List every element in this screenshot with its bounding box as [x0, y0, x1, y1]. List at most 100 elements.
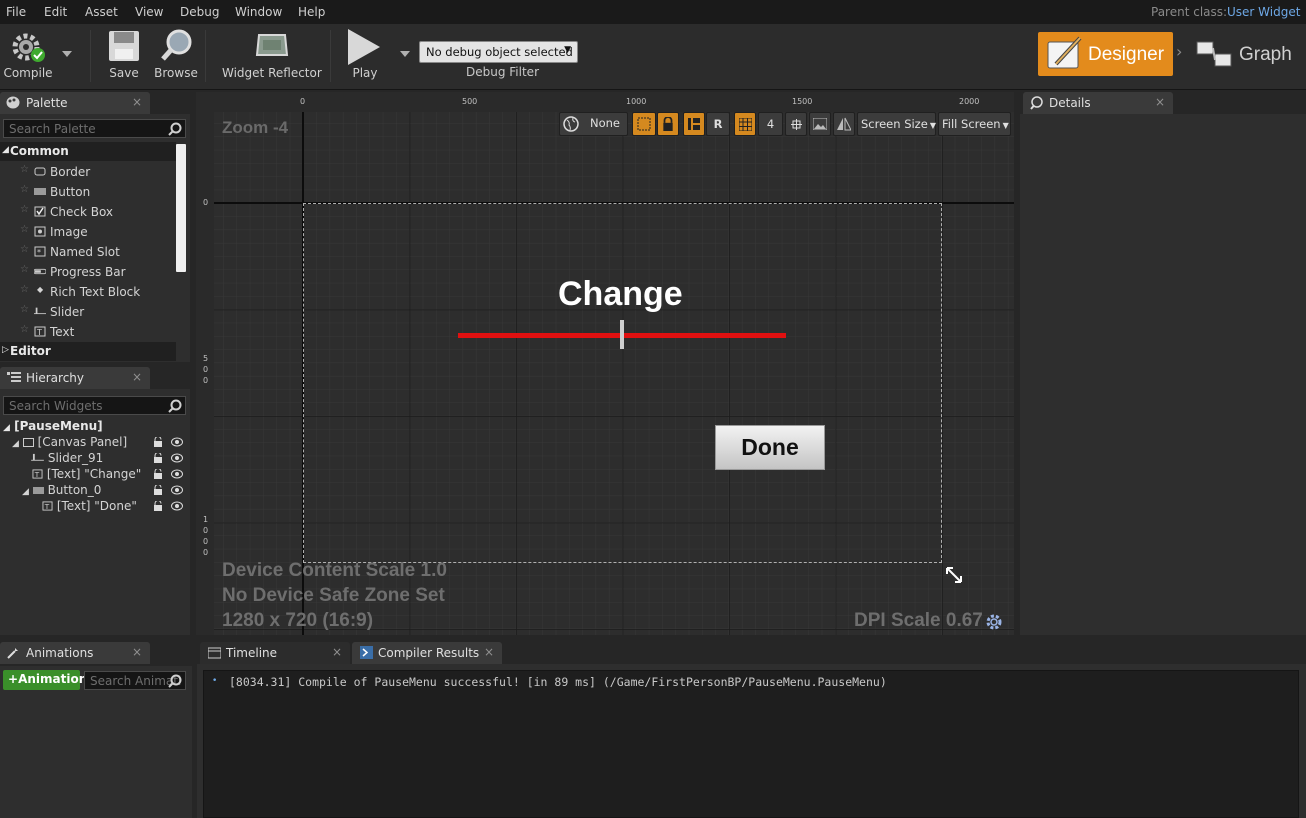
tab-palette[interactable]: Palette ×	[0, 92, 150, 114]
designer-viewport[interactable]: 0 500 1000 1500 2000 0 5 0 0 1 0 0 0 Zoo…	[196, 92, 1014, 635]
close-icon[interactable]: ×	[132, 95, 142, 109]
palette-item-named-slot[interactable]: ☆ * Named Slot	[0, 242, 172, 262]
play-button[interactable]: Play	[340, 24, 390, 86]
done-button-widget[interactable]: Done	[715, 425, 825, 470]
star-icon[interactable]: ☆	[20, 304, 29, 315]
menu-edit[interactable]: Edit	[44, 5, 67, 19]
star-icon[interactable]: ☆	[20, 284, 29, 295]
menu-view[interactable]: View	[135, 5, 163, 19]
star-icon[interactable]: ☆	[20, 224, 29, 235]
lock-icon[interactable]	[153, 469, 163, 479]
tab-timeline[interactable]: Timeline ×	[200, 642, 350, 664]
hierarchy-item-text-change[interactable]: T [Text] "Change"	[32, 467, 141, 483]
palette-scrollbar[interactable]	[176, 144, 186, 272]
add-animation-button[interactable]: +Animation	[3, 670, 87, 690]
star-icon[interactable]: ☆	[20, 264, 29, 275]
palette-search-input[interactable]: Search Palette	[3, 119, 186, 138]
menu-window[interactable]: Window	[235, 5, 282, 19]
hierarchy-item-pausemenu[interactable]: ◢ [PauseMenu]	[3, 419, 103, 435]
rich-text-icon: ◆	[37, 285, 44, 294]
palette-category-editor[interactable]: ▷ Editor	[0, 342, 176, 361]
save-button[interactable]: Save	[100, 24, 148, 86]
change-text-widget[interactable]: Change	[558, 275, 683, 314]
eye-icon[interactable]	[171, 453, 183, 463]
compiler-message[interactable]: [8034.31] Compile of PauseMenu successfu…	[229, 675, 887, 689]
fill-screen-select[interactable]: Fill Screen ▼	[938, 112, 1011, 136]
compile-options-chevron-icon[interactable]	[62, 51, 72, 57]
tab-details[interactable]: Details ×	[1023, 92, 1173, 114]
close-icon[interactable]: ×	[332, 645, 342, 659]
eye-icon[interactable]	[171, 469, 183, 479]
slider-icon	[31, 453, 44, 461]
slider-handle[interactable]	[620, 320, 624, 349]
flip-toggle[interactable]	[833, 112, 855, 136]
transform-mode-toggle[interactable]	[683, 112, 705, 136]
close-icon[interactable]: ×	[132, 370, 142, 384]
palette-item-border[interactable]: ☆ Border	[0, 162, 172, 182]
star-icon[interactable]: ☆	[20, 164, 29, 175]
palette-item-progress-bar[interactable]: ☆ Progress Bar	[0, 262, 172, 282]
debug-object-select[interactable]: No debug object selected ▼	[419, 41, 578, 63]
hierarchy-item-button[interactable]: ◢ Button_0	[22, 483, 101, 499]
play-options-chevron-icon[interactable]	[400, 51, 410, 57]
lock-icon[interactable]	[153, 437, 163, 447]
lock-icon[interactable]	[153, 501, 163, 511]
menu-file[interactable]: File	[6, 5, 26, 19]
tab-compiler-results[interactable]: Compiler Results ×	[352, 642, 502, 664]
close-icon[interactable]: ×	[132, 645, 142, 659]
render-transform-r-toggle[interactable]: R	[706, 112, 730, 136]
respect-locks-toggle[interactable]	[632, 112, 656, 136]
eye-icon[interactable]	[171, 485, 183, 495]
resize-handle-icon[interactable]	[945, 566, 963, 584]
palette-item-rich-text-block[interactable]: ☆ ◆ Rich Text Block	[0, 282, 172, 302]
palette-item-image[interactable]: ☆ Image	[0, 222, 172, 242]
lock-icon[interactable]	[153, 453, 163, 463]
hierarchy-search-input[interactable]: Search Widgets	[3, 396, 186, 415]
timeline-title: Timeline	[226, 646, 278, 660]
menu-help[interactable]: Help	[298, 5, 325, 19]
palette-item-text[interactable]: ☆ T Text	[0, 322, 172, 342]
designer-mode-button[interactable]: Designer	[1038, 32, 1173, 76]
tab-hierarchy[interactable]: Hierarchy ×	[0, 367, 150, 389]
palette-item-slider[interactable]: ☆ Slider	[0, 302, 172, 322]
widget-reflector-icon	[255, 34, 289, 56]
tab-animations[interactable]: Animations ×	[0, 642, 150, 664]
parent-class-value[interactable]: User Widget	[1227, 5, 1300, 19]
browse-button[interactable]: Browse	[152, 24, 200, 86]
eye-icon[interactable]	[171, 437, 183, 447]
palette-item-check-box[interactable]: ☆ Check Box	[0, 202, 172, 222]
fit-to-screen-toggle[interactable]	[785, 112, 807, 136]
lock-icon[interactable]	[153, 485, 163, 495]
eye-icon[interactable]	[171, 501, 183, 511]
screen-size-select[interactable]: Screen Size ▼	[857, 112, 936, 136]
compiler-results-title: Compiler Results	[378, 646, 480, 660]
settings-gear-icon[interactable]	[985, 613, 1003, 631]
close-icon[interactable]: ×	[1155, 95, 1165, 109]
star-icon[interactable]: ☆	[20, 244, 29, 255]
star-icon[interactable]: ☆	[20, 204, 29, 215]
lock-toggle[interactable]	[657, 112, 679, 136]
dropdown-arrow-icon: ▼	[929, 121, 936, 130]
compiler-log[interactable]	[203, 670, 1299, 818]
zoom-level: Zoom -4	[222, 118, 289, 137]
graph-icon[interactable]	[1195, 38, 1235, 70]
graph-mode-button[interactable]: Graph	[1239, 44, 1292, 66]
menu-debug[interactable]: Debug	[180, 5, 219, 19]
grid-snap-toggle[interactable]	[734, 112, 756, 136]
close-icon[interactable]: ×	[484, 645, 494, 659]
hierarchy-item-slider[interactable]: Slider_91	[31, 451, 103, 467]
compile-button[interactable]: Compile	[0, 24, 56, 86]
background-toggle[interactable]	[809, 112, 831, 136]
star-icon[interactable]: ☆	[20, 184, 29, 195]
widget-reflector-button[interactable]: Widget Reflector	[222, 24, 322, 86]
menu-asset[interactable]: Asset	[85, 5, 118, 19]
localization-preview-select[interactable]: None	[559, 112, 628, 136]
hierarchy-item-text-done[interactable]: T [Text] "Done"	[42, 499, 137, 515]
browse-magnifier-icon	[161, 29, 192, 61]
hierarchy-item-canvas-panel[interactable]: ◢ [Canvas Panel]	[12, 435, 127, 451]
palette-category-common[interactable]: ◢ Common	[0, 142, 176, 161]
star-icon[interactable]: ☆	[20, 324, 29, 335]
animation-search-input[interactable]: Search Animati	[84, 671, 186, 690]
palette-item-button[interactable]: ☆ Button	[0, 182, 172, 202]
grid-size-select[interactable]: 4	[758, 112, 783, 136]
